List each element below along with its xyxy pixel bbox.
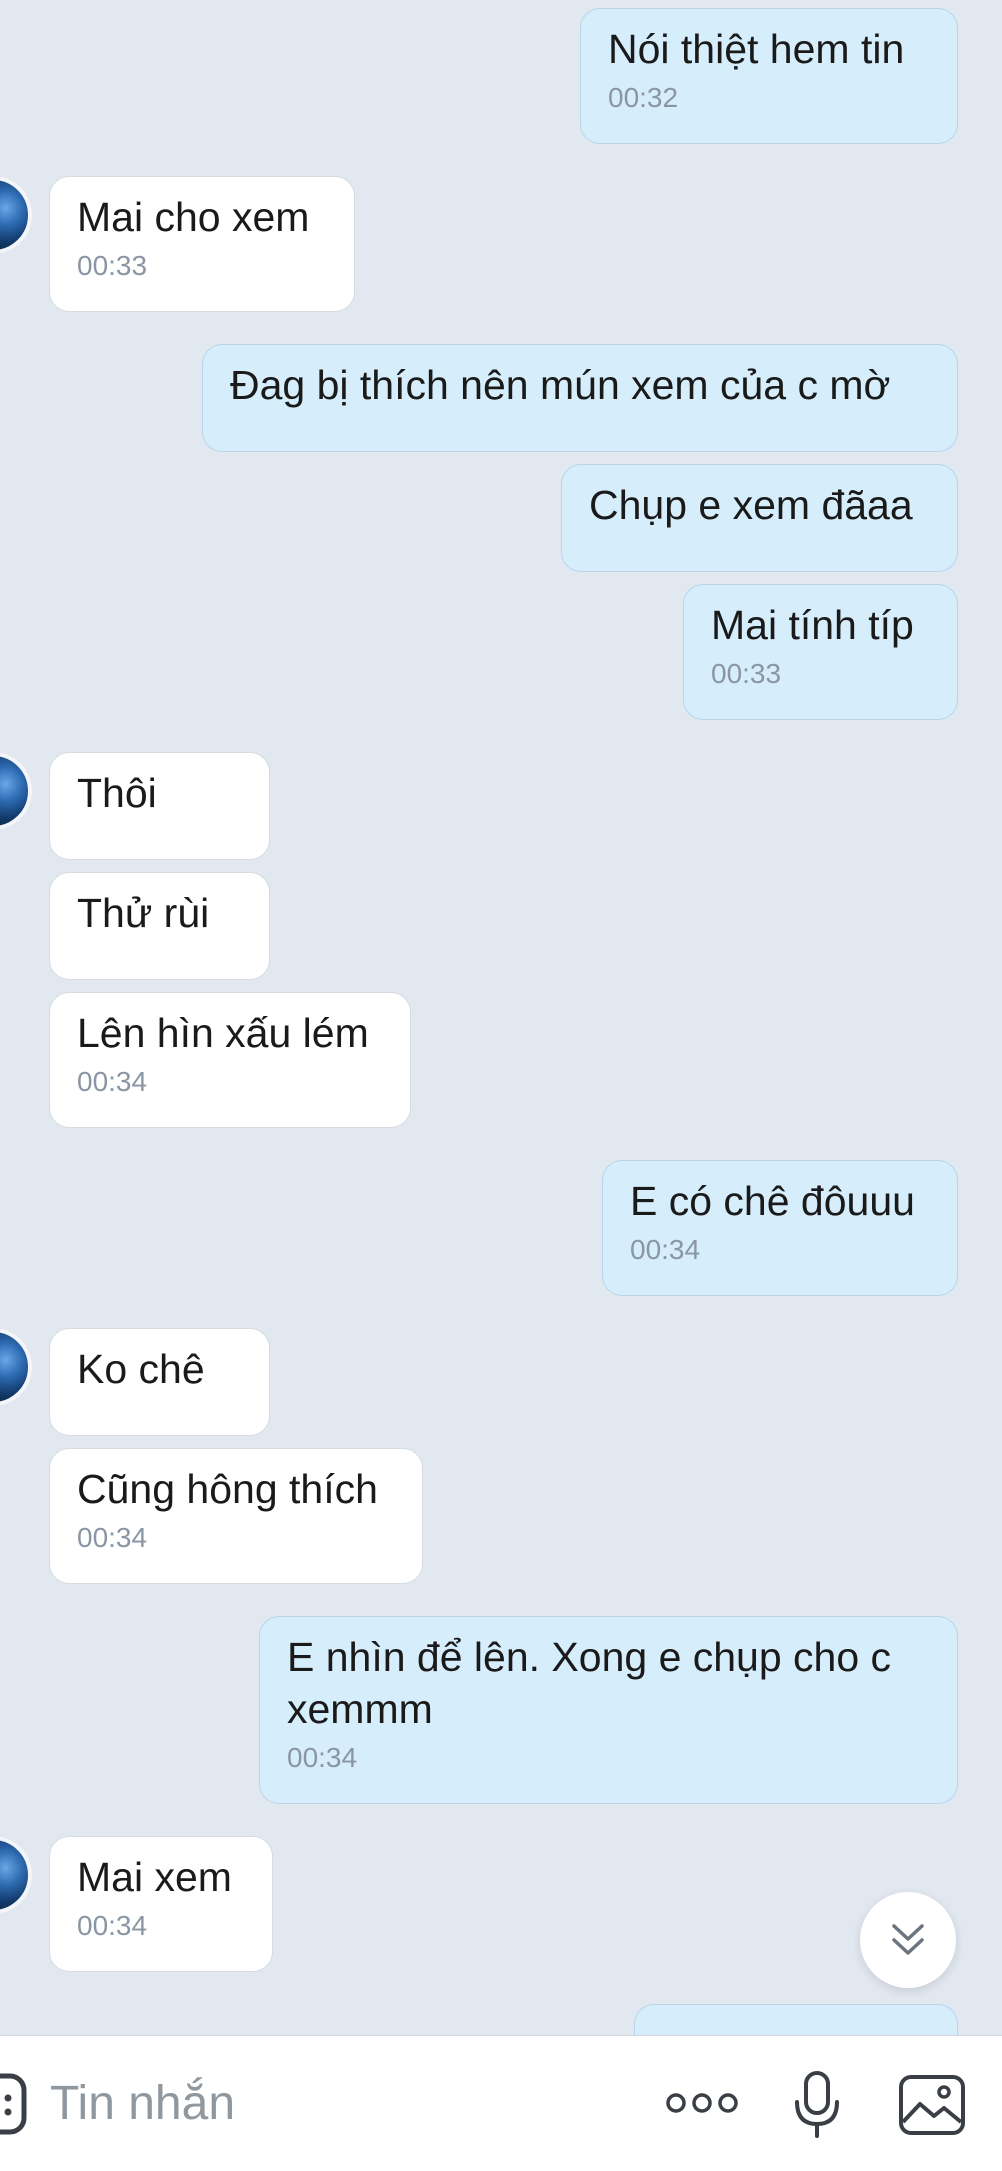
message-time: 00:34	[77, 1910, 148, 1941]
message-bubble-outgoing[interactable]: Chụp e xem đãaa	[561, 464, 958, 572]
message-text: Mai cho xem	[77, 194, 310, 240]
message-input-bar: Tin nhắn	[0, 2035, 1002, 2171]
scroll-to-bottom-button[interactable]	[860, 1892, 956, 1988]
message-text: Mai tính típ	[711, 602, 914, 648]
message-bubble-incoming[interactable]: Thôi	[49, 752, 270, 860]
sticker-icon[interactable]	[0, 2072, 28, 2136]
message-bubble-outgoing[interactable]: Mai tính típ 00:33	[683, 584, 958, 720]
more-options-icon[interactable]	[664, 2088, 740, 2118]
message-input[interactable]: Tin nhắn	[50, 2074, 235, 2134]
message-text: Thôi	[77, 770, 157, 816]
message-text: Mai xem	[77, 1854, 232, 1900]
message-bubble-incoming[interactable]: Ko chê	[49, 1328, 270, 1436]
message-time: 00:34	[630, 1234, 701, 1265]
message-bubble-incoming[interactable]: Mai xem 00:34	[49, 1836, 273, 1972]
message-bubble-incoming[interactable]: Mai cho xem 00:33	[49, 176, 355, 312]
message-bubble-incoming[interactable]: Cũng hông thích 00:34	[49, 1448, 423, 1584]
chat-area[interactable]: Nói thiệt hem tin 00:32 Mai cho xem 00:3…	[0, 0, 1002, 2035]
message-bubble-incoming[interactable]: Lên hìn xấu lém 00:34	[49, 992, 411, 1128]
message-text: Chụp e xem đãaa	[589, 482, 913, 528]
message-time: 00:34	[77, 1066, 148, 1097]
image-gallery-icon[interactable]	[898, 2074, 966, 2136]
message-time: 00:32	[608, 82, 679, 113]
message-text: Nói thiệt hem tin	[608, 26, 905, 72]
message-text: Đag bị thích nên mún xem của c mờ	[230, 362, 891, 408]
message-time: 00:34	[287, 1742, 358, 1773]
message-time: 00:33	[711, 658, 782, 689]
message-text: Thử rùi	[77, 890, 210, 936]
message-bubble-incoming[interactable]: Thử rùi	[49, 872, 270, 980]
message-time: 00:33	[77, 250, 148, 281]
message-bubble-outgoing[interactable]: E nhìn để lên. Xong e chụp cho c xemmm 0…	[259, 1616, 958, 1804]
message-bubble-outgoing[interactable]: E có chê đôuuu 00:34	[602, 1160, 958, 1296]
contact-avatar[interactable]	[0, 176, 32, 254]
message-text: Lên hìn xấu lém	[77, 1010, 369, 1056]
message-bubble-outgoing[interactable]	[634, 2004, 958, 2035]
microphone-icon[interactable]	[790, 2070, 844, 2140]
contact-avatar[interactable]	[0, 1836, 32, 1914]
contact-avatar[interactable]	[0, 752, 32, 830]
message-text: E nhìn để lên. Xong e chụp cho c xemmm	[287, 1634, 892, 1732]
contact-avatar[interactable]	[0, 1328, 32, 1406]
message-text: Cũng hông thích	[77, 1466, 378, 1512]
message-text: E có chê đôuuu	[630, 1178, 915, 1224]
message-time: 00:34	[77, 1522, 148, 1553]
message-text: Ko chê	[77, 1346, 205, 1392]
message-bubble-outgoing[interactable]: Nói thiệt hem tin 00:32	[580, 8, 958, 144]
message-bubble-outgoing[interactable]: Đag bị thích nên mún xem của c mờ	[202, 344, 958, 452]
scroll-to-bottom-icon	[892, 1924, 924, 1955]
